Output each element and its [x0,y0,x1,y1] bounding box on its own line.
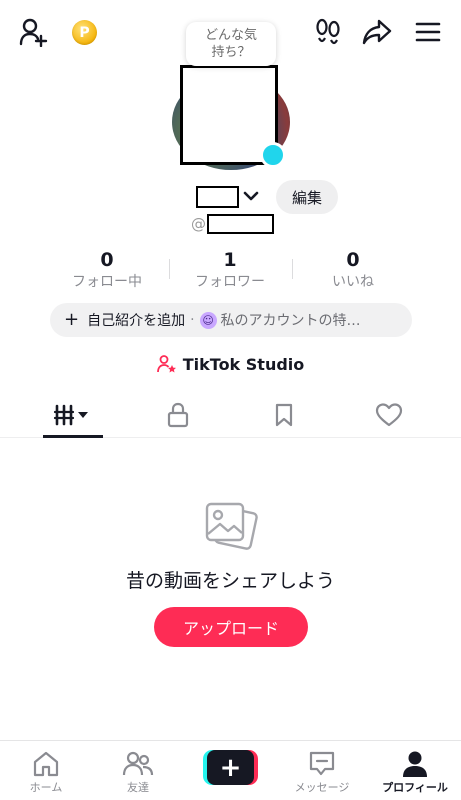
stat-value: 0 [100,249,114,271]
studio-label: TikTok Studio [182,354,305,374]
profile-icon [403,751,427,777]
avatar-add-icon[interactable] [260,142,286,168]
profile-stats: 0 フォロー中 1 フォロワー 0 いいね [0,248,461,296]
nav-messages[interactable]: メッセージ [276,741,368,800]
coin-icon[interactable]: P [72,20,97,45]
account-hint-label: 私のアカウントの特… [220,313,361,329]
display-name-redaction [196,186,239,208]
nav-label: ホーム [29,781,63,794]
videos-grid-icon [53,404,88,426]
bio-separator: · [190,312,195,328]
nav-label: メッセージ [294,781,350,794]
studio-person-star-icon [156,355,176,373]
chevron-down-icon[interactable] [242,188,260,207]
stat-label: いいね [332,274,374,290]
nav-friends[interactable]: 友達 [92,741,184,800]
stat-value: 0 [346,249,360,271]
home-icon [33,751,59,777]
name-row: 編集 [0,180,461,214]
stat-value: 1 [223,249,237,271]
nav-home[interactable]: ホーム [0,741,92,800]
stat-following[interactable]: 0 フォロー中 [47,248,167,292]
stat-followers[interactable]: 1 フォロワー [170,248,290,292]
upload-button[interactable]: アップロード [154,607,308,647]
tab-saved[interactable] [226,392,341,438]
tiktok-studio-link[interactable]: TikTok Studio [0,350,461,378]
handle-prefix: @ [191,215,206,233]
tab-private[interactable] [120,392,235,438]
handle-redaction [207,214,274,234]
message-icon [309,751,335,776]
add-bio-label: 自己紹介を追加 [87,313,186,329]
add-bio-button[interactable]: + 自己紹介を追加 · ☺ 私のアカウントの特… [50,303,412,337]
heart-icon [375,403,402,427]
create-button[interactable]: + [203,750,258,785]
nav-label: 友達 [127,781,149,794]
photos-icon [204,500,258,558]
tab-liked[interactable] [331,392,446,438]
menu-icon[interactable] [412,16,444,48]
mood-prompt-text: どんな気持ち？ [204,28,257,60]
stat-label: フォロワー [195,274,265,290]
edit-profile-button[interactable]: 編集 [276,180,338,214]
coin-label: P [79,24,90,41]
lock-icon [167,402,188,428]
avatar[interactable] [170,58,292,170]
content-tabs [0,392,461,438]
empty-state-title: 昔の動画をシェアしよう [125,570,335,592]
footprints-icon[interactable] [312,16,344,48]
friends-icon [122,751,154,776]
stat-likes[interactable]: 0 いいね [293,248,413,292]
nav-label: プロフィール [382,781,448,794]
share-icon[interactable] [360,16,394,48]
tab-videos[interactable] [15,392,130,438]
add-friend-icon[interactable] [18,16,50,48]
plus-icon: + [64,309,80,330]
stat-label: フォロー中 [72,274,142,290]
active-tab-indicator [43,435,103,438]
nav-profile[interactable]: プロフィール [369,741,461,800]
mood-prompt-bubble[interactable]: どんな気持ち？ [186,22,276,66]
bookmark-icon [275,403,292,427]
create-plus-icon: + [207,750,254,785]
bottom-nav: ホーム 友達 + メッセージ プロフィール [0,740,461,800]
smile-icon: ☺ [199,311,217,329]
